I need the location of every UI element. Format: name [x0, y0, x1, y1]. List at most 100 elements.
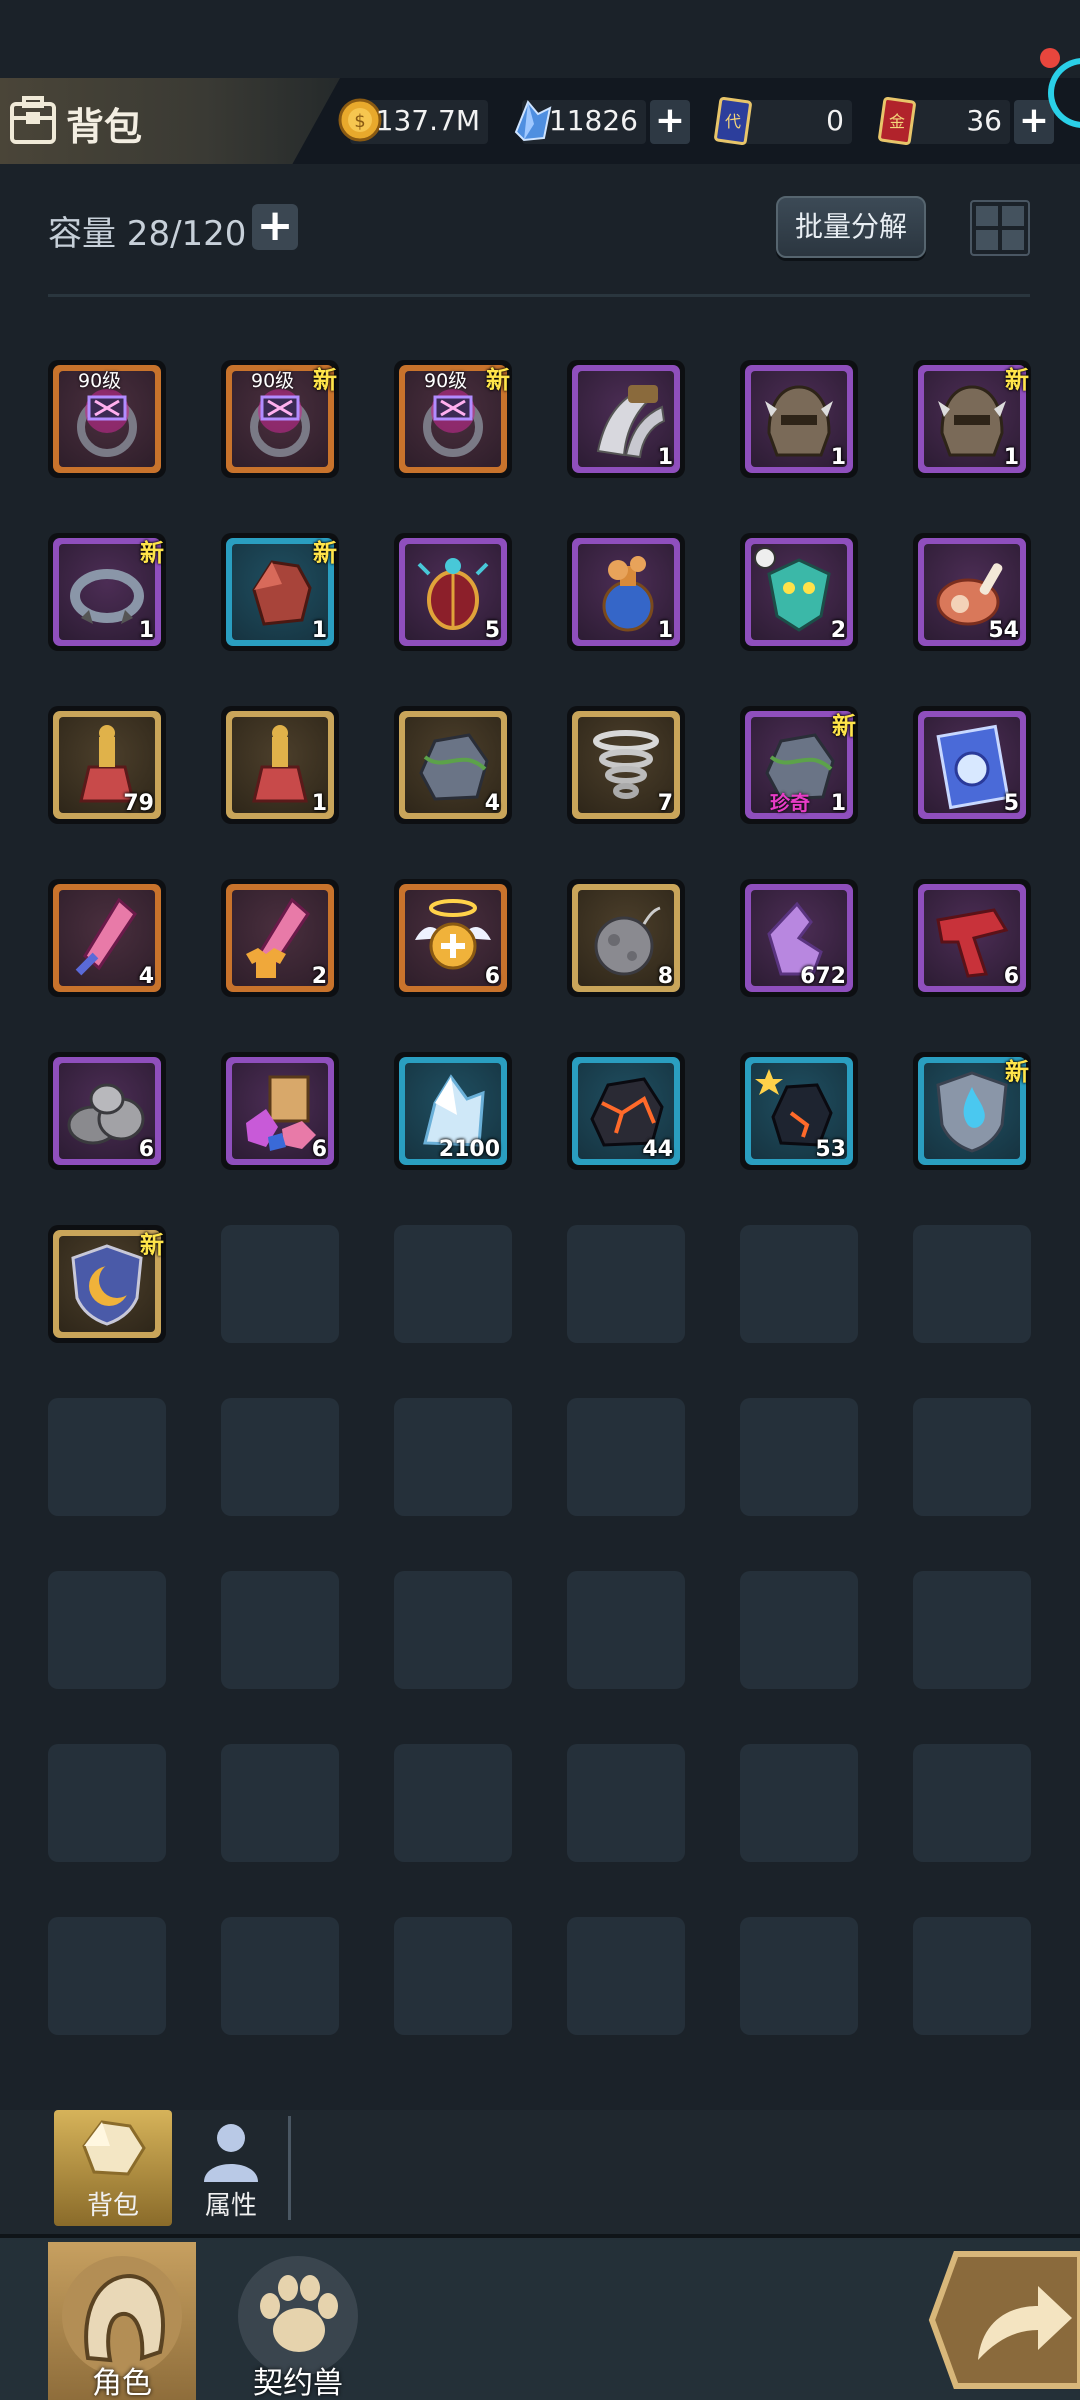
- nav-pets[interactable]: 契约兽: [224, 2242, 372, 2400]
- inventory-item[interactable]: 5: [913, 706, 1031, 824]
- inventory-item[interactable]: 新: [48, 1225, 166, 1343]
- inventory-item[interactable]: 1: [567, 533, 685, 651]
- buy-red-ticket-button[interactable]: +: [1014, 100, 1054, 144]
- empty-slot: [221, 1571, 339, 1689]
- empty-slot: [394, 1744, 512, 1862]
- item-count: 1: [1003, 445, 1019, 470]
- inventory-item[interactable]: 79: [48, 706, 166, 824]
- forward-arrow-button[interactable]: [926, 2250, 1080, 2390]
- new-badge: 新: [140, 1231, 164, 1259]
- expand-capacity-button[interactable]: +: [252, 204, 298, 250]
- empty-slot: [567, 1571, 685, 1689]
- sub-tab-bar: 背包 属性: [0, 2110, 1080, 2238]
- notification-dot: [1040, 48, 1060, 68]
- inventory-item[interactable]: 53: [740, 1052, 858, 1170]
- item-count: 44: [642, 1137, 673, 1162]
- empty-slot: [394, 1571, 512, 1689]
- new-badge: 新: [313, 539, 337, 567]
- item-count: 6: [138, 1137, 154, 1162]
- empty-slot: [567, 1744, 685, 1862]
- empty-slot: [394, 1917, 512, 2035]
- subtab-backpack-label: 背包: [86, 2191, 139, 2221]
- empty-slot: [740, 1225, 858, 1343]
- page-title: 背包: [66, 105, 143, 149]
- inventory-item[interactable]: 新1: [221, 533, 339, 651]
- title-plate: 背包: [0, 78, 340, 164]
- empty-slot: [567, 1398, 685, 1516]
- inventory-item[interactable]: 44: [567, 1052, 685, 1170]
- inventory-item[interactable]: 2: [221, 879, 339, 997]
- person-icon: [204, 2124, 258, 2182]
- inventory-item[interactable]: 2: [740, 533, 858, 651]
- inventory-item[interactable]: 新1: [48, 533, 166, 651]
- batch-decompose-button[interactable]: 批量分解: [776, 196, 926, 258]
- item-count: 4: [138, 964, 154, 989]
- capacity-label: 容量 28/120: [48, 214, 247, 254]
- inventory-item[interactable]: 90级: [48, 360, 166, 478]
- inventory-item[interactable]: 6: [48, 1052, 166, 1170]
- item-count: 1: [830, 791, 846, 816]
- red-ticket-counter: 金 36: [878, 97, 1010, 145]
- empty-slot: [740, 1571, 858, 1689]
- subtab-attributes[interactable]: 属性: [172, 2110, 290, 2226]
- gold-counter: $ 137.7M: [338, 98, 488, 144]
- inventory-item[interactable]: 1: [221, 706, 339, 824]
- subtab-attributes-label: 属性: [204, 2191, 257, 2221]
- item-count: 1: [657, 445, 673, 470]
- inventory-item[interactable]: 4: [394, 706, 512, 824]
- rarity-tag: 珍奇: [770, 791, 810, 815]
- inventory-item[interactable]: 6: [394, 879, 512, 997]
- inventory-item[interactable]: 90级新: [394, 360, 512, 478]
- svg-text:$: $: [354, 111, 365, 132]
- empty-slot: [394, 1225, 512, 1343]
- empty-slot: [48, 1917, 166, 2035]
- inventory-item[interactable]: 1: [740, 360, 858, 478]
- buy-crystal-button[interactable]: +: [650, 100, 690, 144]
- item-count: 672: [800, 964, 846, 989]
- bottom-nav: 角色 契约兽: [0, 2234, 1080, 2400]
- item-count: 7: [657, 791, 673, 816]
- empty-slot: [567, 1917, 685, 2035]
- inventory-item[interactable]: 4: [48, 879, 166, 997]
- item-count: 53: [815, 1137, 846, 1162]
- svg-text:代: 代: [725, 112, 741, 131]
- item-count: 6: [484, 964, 500, 989]
- subtab-backpack[interactable]: 背包: [54, 2110, 172, 2226]
- item-count: 5: [1003, 791, 1019, 816]
- new-badge: 新: [832, 712, 856, 740]
- item-level: 90级: [424, 370, 468, 392]
- red-ticket-icon: 金: [878, 97, 916, 145]
- inventory-screen: 背包 $ 137.7M 11826 + 代 0 金 36 + 容量 28/120…: [0, 0, 1080, 2400]
- item-count: 54: [988, 618, 1019, 643]
- empty-slot: [221, 1225, 339, 1343]
- inventory-item[interactable]: 1: [567, 360, 685, 478]
- inventory-item[interactable]: 6: [221, 1052, 339, 1170]
- inventory-item[interactable]: 5: [394, 533, 512, 651]
- blue-ticket-counter: 代 0: [714, 97, 852, 145]
- crystal-counter: 11826: [514, 100, 646, 144]
- new-badge: 新: [313, 366, 337, 394]
- crystal-value: 11826: [548, 104, 638, 137]
- empty-slot: [221, 1917, 339, 2035]
- item-count: 2: [830, 618, 846, 643]
- item-count: 1: [657, 618, 673, 643]
- empty-slot: [221, 1398, 339, 1516]
- inventory-item[interactable]: 新珍奇 1: [740, 706, 858, 824]
- blue-ticket-value: 0: [826, 104, 844, 137]
- inventory-item[interactable]: 新: [913, 1052, 1031, 1170]
- inventory-item[interactable]: 2100: [394, 1052, 512, 1170]
- inventory-grid: 90级 90级新 90级新 1 1 新 1 新 1 新 1 5 1 2 54 79 1 4 7 新珍奇 1 5 4 2 6 8 67…: [48, 360, 1034, 2035]
- inventory-item[interactable]: 54: [913, 533, 1031, 651]
- inventory-item[interactable]: 6: [913, 879, 1031, 997]
- item-count: 8: [657, 964, 673, 989]
- inventory-item[interactable]: 90级新: [221, 360, 339, 478]
- inventory-item[interactable]: 672: [740, 879, 858, 997]
- empty-slot: [740, 1917, 858, 2035]
- item-level: 90级: [78, 370, 122, 392]
- nav-character[interactable]: 角色: [48, 2242, 196, 2400]
- grid-view-toggle[interactable]: [970, 200, 1030, 256]
- inventory-item[interactable]: 7: [567, 706, 685, 824]
- item-level: 90级: [251, 370, 295, 392]
- inventory-item[interactable]: 8: [567, 879, 685, 997]
- inventory-item[interactable]: 新1: [913, 360, 1031, 478]
